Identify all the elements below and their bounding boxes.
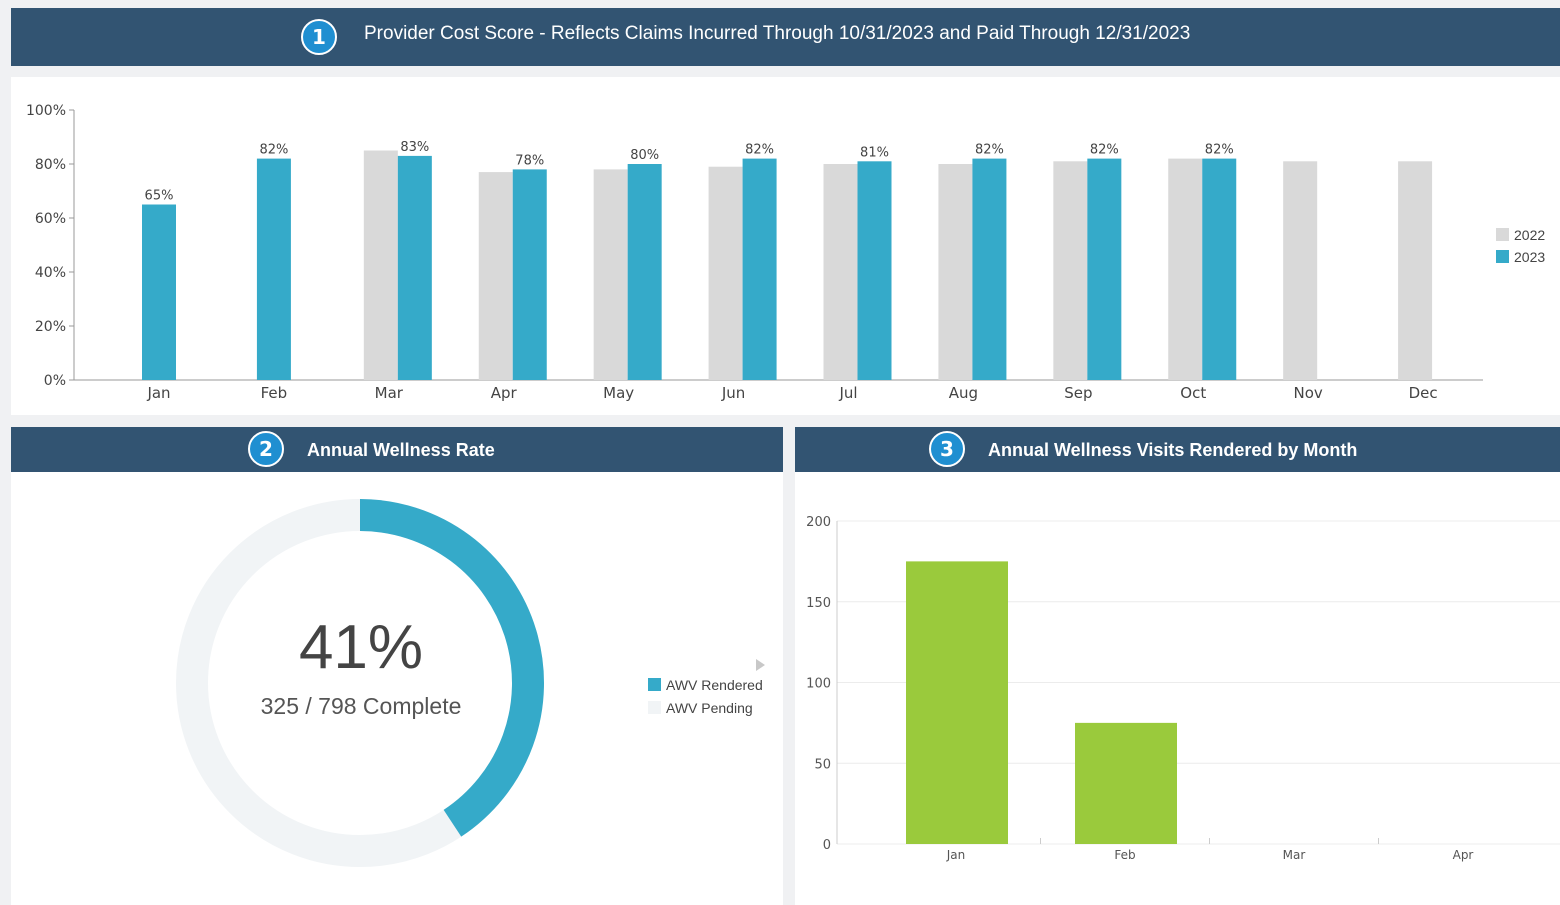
wellness-rate-header: 2 Annual Wellness Rate (11, 427, 783, 472)
x-tick-label: Sep (1064, 384, 1092, 402)
panel-number-badge: 1 (301, 19, 337, 55)
legend-label: AWV Pending (666, 700, 753, 716)
data-label: 82% (1205, 143, 1234, 158)
data-label: 83% (400, 140, 429, 155)
data-label: 82% (1090, 143, 1119, 158)
bar-2022 (938, 164, 973, 380)
y-tick-label: 20% (35, 319, 66, 335)
legend-item-2022[interactable]: 2022 (1496, 227, 1545, 243)
donut-percent: 41% (298, 613, 424, 682)
bar-2023 (1202, 158, 1237, 380)
x-tick-label: Aug (949, 384, 978, 402)
x-tick-label: Feb (1114, 848, 1135, 862)
x-tick-label: Oct (1180, 384, 1206, 402)
wellness-visits-chart: 0 50 100 150 200 Jan Feb Mar Apr (806, 515, 1560, 862)
bar (1075, 722, 1177, 844)
legend-label: AWV Rendered (666, 677, 763, 693)
panel-number-badge: 3 (929, 431, 965, 467)
legend-label: 2022 (1514, 227, 1546, 243)
y-tick-label: 50 (814, 757, 831, 772)
legend-swatch (648, 701, 661, 714)
x-tick-label: Jun (721, 384, 745, 402)
bar-2022 (1053, 161, 1088, 380)
data-label: 80% (630, 148, 659, 163)
bar-2023 (397, 155, 432, 380)
bar-2023 (972, 158, 1007, 380)
x-tick-label: May (603, 384, 634, 402)
bar-2023 (512, 169, 547, 380)
bar-2022 (1168, 158, 1203, 380)
data-label: 81% (860, 145, 889, 160)
legend-swatch (1496, 250, 1509, 263)
provider-cost-header: 1 Provider Cost Score - Reflects Claims … (11, 8, 1560, 66)
data-label: 78% (515, 153, 544, 168)
bar-2022 (593, 169, 628, 380)
bar-2023 (1087, 158, 1122, 380)
y-tick-label: 200 (806, 515, 831, 530)
x-tick-label: Jan (146, 384, 170, 402)
x-tick-label: Jan (946, 848, 966, 862)
bar (906, 561, 1008, 844)
panel-number-badge: 2 (248, 431, 284, 467)
legend-scroll-arrow-icon[interactable] (756, 659, 765, 671)
x-tick-label: Apr (491, 384, 518, 402)
bar-2023 (142, 204, 176, 380)
bar-2022 (1398, 161, 1433, 380)
bar-2022 (1283, 161, 1318, 380)
data-label: 65% (145, 189, 174, 204)
bar-2022 (478, 172, 513, 380)
x-tick-label: Jul (838, 384, 857, 402)
bar-2022 (708, 166, 743, 380)
panel-title: Annual Wellness Rate (307, 440, 495, 460)
x-tick-label: Dec (1409, 384, 1438, 402)
data-label: 82% (259, 143, 288, 158)
data-label: 82% (975, 143, 1004, 158)
x-tick-label: Feb (261, 384, 288, 402)
x-tick-label: Mar (1283, 848, 1306, 862)
wellness-visits-header: 3 Annual Wellness Visits Rendered by Mon… (795, 427, 1560, 472)
panel-title: Annual Wellness Visits Rendered by Month (988, 440, 1358, 460)
bar-2023 (857, 161, 892, 380)
legend-swatch (1496, 228, 1509, 241)
bar-2023 (256, 158, 291, 380)
y-tick-label: 0% (44, 373, 66, 389)
data-label: 82% (745, 143, 774, 158)
y-tick-label: 0 (823, 838, 831, 853)
y-tick-label: 100% (26, 103, 66, 119)
legend-item-awv-rendered[interactable]: AWV Rendered (648, 677, 763, 693)
bar-2022 (823, 164, 858, 380)
legend-item-2023[interactable]: 2023 (1496, 249, 1545, 265)
legend-label: 2023 (1514, 249, 1546, 265)
bar-2022 (363, 150, 398, 380)
y-tick-label: 80% (35, 157, 66, 173)
panel-title: Provider Cost Score - Reflects Claims In… (364, 23, 1191, 44)
bar-2023 (742, 158, 777, 380)
legend-item-awv-pending[interactable]: AWV Pending (648, 700, 753, 716)
x-tick-label: Nov (1294, 384, 1323, 402)
x-tick-label: Apr (1453, 848, 1474, 862)
provider-cost-chart: 0% 20% 40% 60% 80% 100% Jan 65% Feb 82% Mar 83% Apr 7… (26, 103, 1483, 402)
y-tick-label: 60% (35, 211, 66, 227)
y-tick-label: 40% (35, 265, 66, 281)
legend-swatch (648, 678, 661, 691)
donut-completion-count: 325 / 798 Complete (260, 693, 462, 719)
y-tick-label: 150 (806, 596, 831, 611)
x-tick-label: Mar (375, 384, 404, 402)
bar-2023 (627, 164, 662, 380)
y-tick-label: 100 (806, 677, 831, 692)
